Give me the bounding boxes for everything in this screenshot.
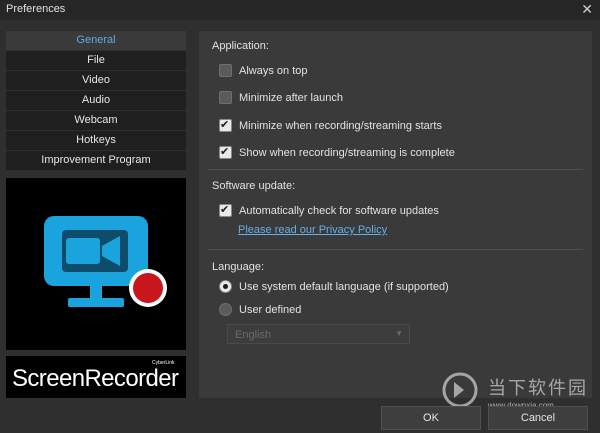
show-when-complete-checkbox[interactable]: ✔ xyxy=(219,146,232,159)
user-defined-language-radio[interactable] xyxy=(219,303,232,316)
sidebar-item-improvement-program[interactable]: Improvement Program xyxy=(6,151,186,170)
checkmark-icon: ✔ xyxy=(220,146,230,158)
show-when-complete-label: Show when recording/streaming is complet… xyxy=(239,146,455,159)
option-user-defined-language[interactable]: User defined xyxy=(219,303,301,316)
sidebar-item-file[interactable]: File xyxy=(6,51,186,70)
option-auto-check-updates[interactable]: ✔ Automatically check for software updat… xyxy=(219,204,439,217)
monitor-camera-record-icon xyxy=(44,216,167,307)
chevron-down-icon: ▼ xyxy=(395,329,403,338)
checkmark-icon: ✔ xyxy=(220,204,230,216)
system-language-label: Use system default language (if supporte… xyxy=(239,280,449,293)
ok-button[interactable]: OK xyxy=(381,406,481,430)
auto-check-updates-label: Automatically check for software updates xyxy=(239,204,439,217)
user-defined-language-label: User defined xyxy=(239,303,302,316)
minimize-after-launch-checkbox[interactable] xyxy=(219,91,232,104)
system-language-radio[interactable] xyxy=(219,280,232,293)
product-name: ScreenRecorder xyxy=(12,365,179,392)
option-system-language[interactable]: Use system default language (if supporte… xyxy=(219,280,449,293)
sidebar-item-hotkeys[interactable]: Hotkeys xyxy=(6,131,186,150)
auto-check-updates-checkbox[interactable]: ✔ xyxy=(219,204,232,217)
product-wordmark: CyberLink ScreenRecorder xyxy=(6,356,186,398)
sidebar-item-audio[interactable]: Audio xyxy=(6,91,186,110)
general-settings-panel: Application: Always on top Minimize afte… xyxy=(199,31,592,398)
language-dropdown[interactable]: English ▼ xyxy=(227,324,410,344)
option-show-when-complete[interactable]: ✔ Show when recording/streaming is compl… xyxy=(219,146,455,159)
radio-dot-icon xyxy=(223,284,228,289)
checkmark-icon: ✔ xyxy=(220,119,230,131)
window-title: Preferences xyxy=(6,3,66,15)
section-divider xyxy=(208,169,583,170)
option-minimize-when-recording[interactable]: ✔ Minimize when recording/streaming star… xyxy=(219,119,442,132)
product-logo xyxy=(6,178,186,350)
application-section-title: Application: xyxy=(212,40,269,52)
sidebar-item-video[interactable]: Video xyxy=(6,71,186,90)
watermark-logo-icon xyxy=(442,372,478,408)
minimize-when-recording-checkbox[interactable]: ✔ xyxy=(219,119,232,132)
minimize-after-launch-label: Minimize after launch xyxy=(239,91,343,104)
title-bar: Preferences ✕ xyxy=(0,0,600,20)
sidebar-item-general[interactable]: General xyxy=(6,31,186,50)
language-dropdown-value: English xyxy=(235,329,272,341)
watermark-title: 当下软件园 xyxy=(488,378,588,398)
option-always-on-top[interactable]: Always on top xyxy=(219,64,307,77)
always-on-top-checkbox[interactable] xyxy=(219,64,232,77)
minimize-when-recording-label: Minimize when recording/streaming starts xyxy=(239,119,442,132)
close-icon[interactable]: ✕ xyxy=(581,1,593,17)
preferences-window: Preferences ✕ General File Video Audio W… xyxy=(0,0,600,433)
always-on-top-label: Always on top xyxy=(239,64,308,77)
privacy-policy-link[interactable]: Please read our Privacy Policy xyxy=(238,224,387,236)
sidebar-item-webcam[interactable]: Webcam xyxy=(6,111,186,130)
option-minimize-after-launch[interactable]: Minimize after launch xyxy=(219,91,343,104)
software-update-section-title: Software update: xyxy=(212,180,296,192)
sidebar-nav: General File Video Audio Webcam Hotkeys … xyxy=(6,31,186,171)
cancel-button[interactable]: Cancel xyxy=(488,406,588,430)
section-divider xyxy=(208,249,583,250)
language-section-title: Language: xyxy=(212,261,264,273)
